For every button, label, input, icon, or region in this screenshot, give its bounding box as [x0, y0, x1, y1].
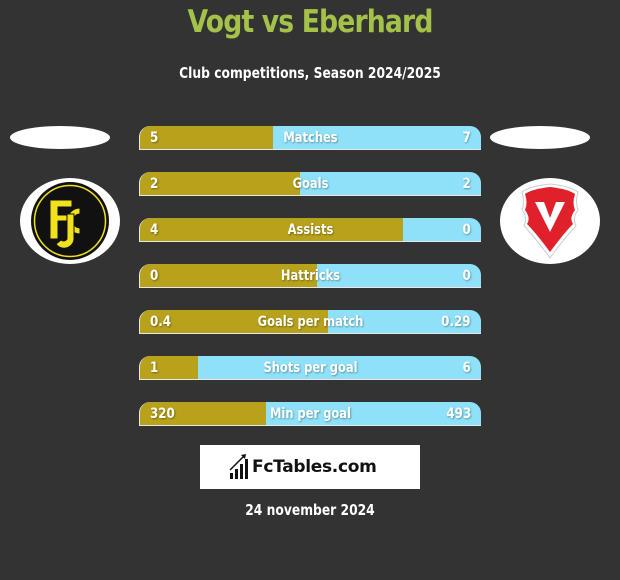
- left-value: 320: [150, 406, 175, 422]
- right-value: 0.29: [441, 314, 471, 330]
- right-value: 6: [462, 360, 471, 376]
- stat-row-goals-per-match: Goals per match 0.4 0.29: [139, 310, 481, 334]
- left-value: 1: [150, 360, 159, 376]
- stat-row-hattricks: Hattricks 0 0: [139, 264, 481, 288]
- right-value: 0: [462, 222, 471, 238]
- right-value: 7: [462, 130, 471, 146]
- fc-schaffhausen-logo-icon: [31, 182, 109, 260]
- brand-name: FcTables.com: [252, 457, 377, 477]
- stat-row-goals: Goals 2 2: [139, 172, 481, 196]
- left-player-placeholder: [10, 126, 110, 149]
- stat-label: Goals: [292, 176, 329, 192]
- stat-label: Min per goal: [269, 406, 351, 422]
- fctables-brand[interactable]: FcTables.com: [200, 445, 420, 489]
- stat-label: Assists: [287, 222, 334, 238]
- left-value: 2: [150, 176, 159, 192]
- footer-date: 24 november 2024: [245, 501, 375, 519]
- left-value: 4: [150, 222, 159, 238]
- stat-label: Shots per goal: [263, 360, 358, 376]
- page-subtitle: Club competitions, Season 2024/2025: [179, 64, 441, 82]
- fc-vaduz-logo-icon: [521, 183, 579, 259]
- left-value: 0: [150, 268, 159, 284]
- left-club-logo: [20, 178, 120, 264]
- stat-label: Hattricks: [280, 268, 341, 284]
- stat-row-min-per-goal: Min per goal 320 493: [139, 402, 481, 426]
- right-player-placeholder: [490, 126, 590, 149]
- stat-row-assists: Assists 4 0: [139, 218, 481, 242]
- right-club-logo: [500, 178, 600, 264]
- page-title: Vogt vs Eberhard: [187, 4, 433, 40]
- right-value: 2: [462, 176, 471, 192]
- left-value: 0.4: [150, 314, 172, 330]
- right-value: 493: [446, 406, 471, 422]
- stat-label: Goals per match: [257, 314, 364, 330]
- right-value: 0: [462, 268, 471, 284]
- stat-row-matches: Matches 5 7: [139, 126, 481, 150]
- stat-row-shots-per-goal: Shots per goal 1 6: [139, 356, 481, 380]
- bar-chart-icon: [229, 454, 248, 479]
- left-value: 5: [150, 130, 159, 146]
- stat-label: Matches: [283, 130, 338, 146]
